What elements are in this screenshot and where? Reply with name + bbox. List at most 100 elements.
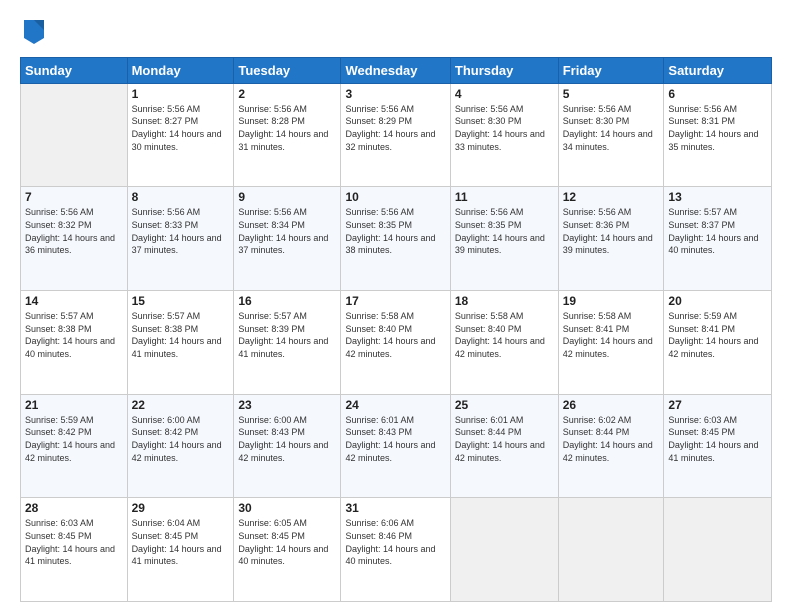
day-number: 17 bbox=[345, 294, 445, 308]
day-number: 22 bbox=[132, 398, 230, 412]
weekday-header: Sunday bbox=[21, 57, 128, 83]
day-number: 5 bbox=[563, 87, 660, 101]
calendar-cell: 1 Sunrise: 5:56 AMSunset: 8:27 PMDaylight… bbox=[127, 83, 234, 187]
day-info: Sunrise: 5:56 AMSunset: 8:29 PMDaylight:… bbox=[345, 103, 445, 153]
day-info: Sunrise: 5:58 AMSunset: 8:40 PMDaylight:… bbox=[345, 310, 445, 360]
day-info: Sunrise: 5:56 AMSunset: 8:32 PMDaylight:… bbox=[25, 206, 123, 256]
day-number: 31 bbox=[345, 501, 445, 515]
day-number: 9 bbox=[238, 190, 336, 204]
day-number: 27 bbox=[668, 398, 767, 412]
calendar-week-row: 1 Sunrise: 5:56 AMSunset: 8:27 PMDaylight… bbox=[21, 83, 772, 187]
calendar-cell: 31 Sunrise: 6:06 AMSunset: 8:46 PMDayligh… bbox=[341, 498, 450, 602]
day-number: 26 bbox=[563, 398, 660, 412]
day-info: Sunrise: 6:01 AMSunset: 8:44 PMDaylight:… bbox=[455, 414, 554, 464]
calendar-cell: 25Sunrise: 6:01 AMSunset: 8:44 PMDayligh… bbox=[450, 394, 558, 498]
day-number: 7 bbox=[25, 190, 123, 204]
day-info: Sunrise: 6:01 AMSunset: 8:43 PMDaylight:… bbox=[345, 414, 445, 464]
day-info: Sunrise: 6:00 AMSunset: 8:43 PMDaylight:… bbox=[238, 414, 336, 464]
calendar-table: SundayMondayTuesdayWednesdayThursdayFrid… bbox=[20, 57, 772, 602]
calendar-week-row: 28 Sunrise: 6:03 AMSunset: 8:45 PMDayligh… bbox=[21, 498, 772, 602]
day-number: 6 bbox=[668, 87, 767, 101]
day-info: Sunrise: 5:58 AMSunset: 8:40 PMDaylight:… bbox=[455, 310, 554, 360]
day-number: 15 bbox=[132, 294, 230, 308]
calendar-cell: 16 Sunrise: 5:57 AMSunset: 8:39 PMDayligh… bbox=[234, 291, 341, 395]
calendar-cell: 5 Sunrise: 5:56 AMSunset: 8:30 PMDaylight… bbox=[558, 83, 664, 187]
day-info: Sunrise: 6:05 AMSunset: 8:45 PMDaylight:… bbox=[238, 517, 336, 567]
day-number: 19 bbox=[563, 294, 660, 308]
day-info: Sunrise: 5:58 AMSunset: 8:41 PMDaylight:… bbox=[563, 310, 660, 360]
calendar-cell: 20 Sunrise: 5:59 AMSunset: 8:41 PMDayligh… bbox=[664, 291, 772, 395]
day-info: Sunrise: 5:56 AMSunset: 8:27 PMDaylight:… bbox=[132, 103, 230, 153]
calendar-cell: 4 Sunrise: 5:56 AMSunset: 8:30 PMDaylight… bbox=[450, 83, 558, 187]
calendar-cell: 12Sunrise: 5:56 AMSunset: 8:36 PMDayligh… bbox=[558, 187, 664, 291]
day-number: 30 bbox=[238, 501, 336, 515]
calendar-cell: 28 Sunrise: 6:03 AMSunset: 8:45 PMDayligh… bbox=[21, 498, 128, 602]
day-number: 29 bbox=[132, 501, 230, 515]
calendar-cell: 26Sunrise: 6:02 AMSunset: 8:44 PMDayligh… bbox=[558, 394, 664, 498]
header bbox=[20, 16, 772, 49]
calendar-cell: 24 Sunrise: 6:01 AMSunset: 8:43 PMDayligh… bbox=[341, 394, 450, 498]
day-number: 16 bbox=[238, 294, 336, 308]
calendar-cell: 13 Sunrise: 5:57 AMSunset: 8:37 PMDayligh… bbox=[664, 187, 772, 291]
calendar-cell bbox=[21, 83, 128, 187]
day-info: Sunrise: 5:56 AMSunset: 8:35 PMDaylight:… bbox=[455, 206, 554, 256]
day-info: Sunrise: 5:59 AMSunset: 8:41 PMDaylight:… bbox=[668, 310, 767, 360]
day-number: 24 bbox=[345, 398, 445, 412]
logo bbox=[20, 16, 46, 49]
day-number: 11 bbox=[455, 190, 554, 204]
calendar-cell: 18 Sunrise: 5:58 AMSunset: 8:40 PMDayligh… bbox=[450, 291, 558, 395]
day-info: Sunrise: 5:56 AMSunset: 8:36 PMDaylight:… bbox=[563, 206, 660, 256]
calendar-cell: 3Sunrise: 5:56 AMSunset: 8:29 PMDaylight… bbox=[341, 83, 450, 187]
calendar-header-row: SundayMondayTuesdayWednesdayThursdayFrid… bbox=[21, 57, 772, 83]
day-number: 4 bbox=[455, 87, 554, 101]
day-info: Sunrise: 5:57 AMSunset: 8:38 PMDaylight:… bbox=[25, 310, 123, 360]
day-number: 18 bbox=[455, 294, 554, 308]
weekday-header: Monday bbox=[127, 57, 234, 83]
day-info: Sunrise: 5:59 AMSunset: 8:42 PMDaylight:… bbox=[25, 414, 123, 464]
calendar-cell: 23 Sunrise: 6:00 AMSunset: 8:43 PMDayligh… bbox=[234, 394, 341, 498]
day-info: Sunrise: 6:04 AMSunset: 8:45 PMDaylight:… bbox=[132, 517, 230, 567]
day-number: 1 bbox=[132, 87, 230, 101]
calendar-cell: 15Sunrise: 5:57 AMSunset: 8:38 PMDayligh… bbox=[127, 291, 234, 395]
day-info: Sunrise: 5:56 AMSunset: 8:30 PMDaylight:… bbox=[455, 103, 554, 153]
day-info: Sunrise: 5:57 AMSunset: 8:37 PMDaylight:… bbox=[668, 206, 767, 256]
page: SundayMondayTuesdayWednesdayThursdayFrid… bbox=[0, 0, 792, 612]
weekday-header: Saturday bbox=[664, 57, 772, 83]
calendar-week-row: 21 Sunrise: 5:59 AMSunset: 8:42 PMDayligh… bbox=[21, 394, 772, 498]
weekday-header: Wednesday bbox=[341, 57, 450, 83]
day-number: 28 bbox=[25, 501, 123, 515]
calendar-cell: 14 Sunrise: 5:57 AMSunset: 8:38 PMDayligh… bbox=[21, 291, 128, 395]
weekday-header: Friday bbox=[558, 57, 664, 83]
day-number: 13 bbox=[668, 190, 767, 204]
day-number: 23 bbox=[238, 398, 336, 412]
calendar-cell bbox=[558, 498, 664, 602]
calendar-cell: 29 Sunrise: 6:04 AMSunset: 8:45 PMDayligh… bbox=[127, 498, 234, 602]
calendar-cell: 21 Sunrise: 5:59 AMSunset: 8:42 PMDayligh… bbox=[21, 394, 128, 498]
calendar-cell: 7 Sunrise: 5:56 AMSunset: 8:32 PMDaylight… bbox=[21, 187, 128, 291]
calendar-cell: 17 Sunrise: 5:58 AMSunset: 8:40 PMDayligh… bbox=[341, 291, 450, 395]
day-number: 14 bbox=[25, 294, 123, 308]
day-info: Sunrise: 5:56 AMSunset: 8:28 PMDaylight:… bbox=[238, 103, 336, 153]
day-number: 10 bbox=[345, 190, 445, 204]
day-info: Sunrise: 5:56 AMSunset: 8:30 PMDaylight:… bbox=[563, 103, 660, 153]
weekday-header: Tuesday bbox=[234, 57, 341, 83]
day-info: Sunrise: 5:57 AMSunset: 8:39 PMDaylight:… bbox=[238, 310, 336, 360]
day-info: Sunrise: 5:56 AMSunset: 8:35 PMDaylight:… bbox=[345, 206, 445, 256]
day-number: 2 bbox=[238, 87, 336, 101]
day-info: Sunrise: 6:00 AMSunset: 8:42 PMDaylight:… bbox=[132, 414, 230, 464]
calendar-cell: 19 Sunrise: 5:58 AMSunset: 8:41 PMDayligh… bbox=[558, 291, 664, 395]
calendar-cell: 6Sunrise: 5:56 AMSunset: 8:31 PMDaylight… bbox=[664, 83, 772, 187]
calendar-week-row: 7 Sunrise: 5:56 AMSunset: 8:32 PMDaylight… bbox=[21, 187, 772, 291]
day-number: 21 bbox=[25, 398, 123, 412]
calendar-cell: 30 Sunrise: 6:05 AMSunset: 8:45 PMDayligh… bbox=[234, 498, 341, 602]
weekday-header: Thursday bbox=[450, 57, 558, 83]
day-number: 20 bbox=[668, 294, 767, 308]
day-info: Sunrise: 6:06 AMSunset: 8:46 PMDaylight:… bbox=[345, 517, 445, 567]
calendar-cell: 11 Sunrise: 5:56 AMSunset: 8:35 PMDayligh… bbox=[450, 187, 558, 291]
day-info: Sunrise: 5:56 AMSunset: 8:33 PMDaylight:… bbox=[132, 206, 230, 256]
calendar-cell: 2 Sunrise: 5:56 AMSunset: 8:28 PMDaylight… bbox=[234, 83, 341, 187]
calendar-cell: 22 Sunrise: 6:00 AMSunset: 8:42 PMDayligh… bbox=[127, 394, 234, 498]
day-info: Sunrise: 5:56 AMSunset: 8:34 PMDaylight:… bbox=[238, 206, 336, 256]
day-info: Sunrise: 6:03 AMSunset: 8:45 PMDaylight:… bbox=[25, 517, 123, 567]
calendar-cell: 8Sunrise: 5:56 AMSunset: 8:33 PMDaylight… bbox=[127, 187, 234, 291]
